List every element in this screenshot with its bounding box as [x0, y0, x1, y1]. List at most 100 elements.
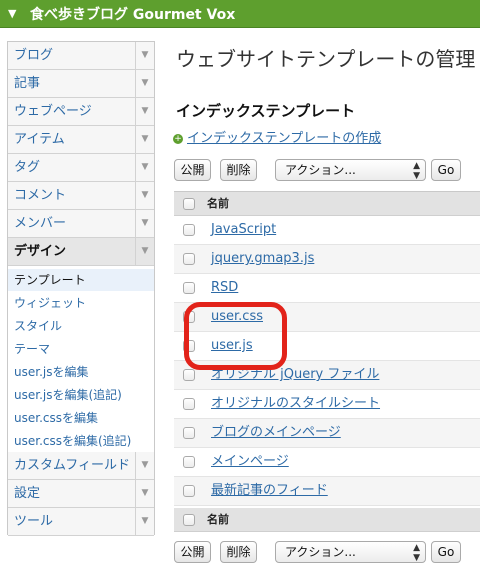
- chevron-down-icon[interactable]: ▼: [135, 154, 154, 181]
- delete-button[interactable]: 削除: [220, 541, 257, 563]
- template-link[interactable]: 最新記事のフィード: [211, 477, 328, 505]
- table-row: オリジナルのスタイルシート: [174, 390, 480, 419]
- sidebar-item-label: 記事: [14, 76, 41, 91]
- select-updown-icon: ▲ ▼: [413, 543, 420, 563]
- table-row: オリジナル jQuery ファイル: [174, 361, 480, 390]
- chevron-down-icon[interactable]: ▼: [135, 210, 154, 237]
- template-link[interactable]: メインページ: [211, 448, 289, 476]
- chevron-down-icon[interactable]: ▼: [135, 42, 154, 69]
- sidebar-item-label: アイテム: [14, 132, 65, 147]
- sidebar-item-label: ウェブページ: [14, 104, 92, 119]
- go-button[interactable]: Go: [431, 541, 461, 563]
- submenu-item-edit-user-css[interactable]: user.cssを編集: [8, 407, 154, 429]
- table-header: 名前: [174, 192, 480, 216]
- create-index-template-link[interactable]: + インデックステンプレートの作成: [173, 127, 381, 146]
- sidebar-item-settings[interactable]: 設定 ▼: [8, 480, 154, 508]
- select-updown-icon: ▲ ▼: [413, 161, 420, 181]
- action-select-value: アクション...: [285, 545, 356, 559]
- row-checkbox[interactable]: [183, 282, 195, 294]
- select-all-checkbox[interactable]: [183, 198, 195, 210]
- table-row: ブログのメインページ: [174, 419, 480, 448]
- section-title: インデックステンプレート: [176, 102, 356, 120]
- submenu-item-themes[interactable]: テーマ: [8, 338, 154, 360]
- sidebar-item-tools[interactable]: ツール ▼: [8, 508, 154, 536]
- top-bar: ▼ 食べ歩きブログ Gourmet Vox: [0, 0, 480, 28]
- table-row: user.css: [174, 303, 480, 332]
- table-footer: 名前: [174, 508, 480, 532]
- template-link[interactable]: JavaScript: [211, 216, 276, 244]
- create-link-label: インデックステンプレートの作成: [187, 131, 382, 146]
- sidebar-item-label: コメント: [14, 188, 67, 203]
- sidebar-item-entries[interactable]: 記事 ▼: [8, 70, 154, 98]
- delete-button[interactable]: 削除: [220, 159, 257, 181]
- template-link[interactable]: RSD: [211, 274, 238, 302]
- sidebar-nav: ブログ ▼ 記事 ▼ ウェブページ ▼ アイテム ▼ タグ ▼ コメント ▼ メンバー ▼ デ…: [7, 41, 155, 536]
- table-row: user.js: [174, 332, 480, 361]
- sidebar-item-label: 設定: [14, 486, 41, 501]
- chevron-down-icon[interactable]: ▼: [135, 126, 154, 153]
- table-row: メインページ: [174, 448, 480, 477]
- row-checkbox[interactable]: [183, 485, 195, 497]
- chevron-down-icon[interactable]: ▼: [135, 70, 154, 97]
- row-checkbox[interactable]: [183, 427, 195, 439]
- row-checkbox[interactable]: [183, 340, 195, 352]
- template-link[interactable]: user.js: [211, 332, 253, 360]
- plus-icon: +: [173, 134, 183, 144]
- template-link[interactable]: オリジナル jQuery ファイル: [211, 361, 379, 389]
- sidebar-item-members[interactable]: メンバー ▼: [8, 210, 154, 238]
- publish-button[interactable]: 公開: [174, 159, 211, 181]
- action-select[interactable]: アクション... ▲ ▼: [275, 541, 426, 563]
- action-select[interactable]: アクション... ▲ ▼: [275, 159, 426, 181]
- template-link[interactable]: ブログのメインページ: [211, 419, 341, 447]
- action-bar-top: 公開 削除 アクション... ▲ ▼ Go: [174, 159, 474, 181]
- sidebar-item-label: ツール: [14, 514, 54, 529]
- chevron-down-icon[interactable]: ▼: [135, 508, 154, 535]
- template-link[interactable]: user.css: [211, 303, 263, 331]
- sidebar-item-comments[interactable]: コメント ▼: [8, 182, 154, 210]
- chevron-down-icon[interactable]: ▼: [135, 238, 154, 265]
- action-bar-bottom: 公開 削除 アクション... ▲ ▼ Go: [174, 541, 474, 563]
- template-link[interactable]: jquery.gmap3.js: [211, 245, 314, 273]
- template-table: 名前 JavaScript jquery.gmap3.js RSD user.c…: [174, 191, 480, 533]
- sidebar-item-webpages[interactable]: ウェブページ ▼: [8, 98, 154, 126]
- site-name[interactable]: 食べ歩きブログ Gourmet Vox: [30, 4, 235, 24]
- row-checkbox[interactable]: [183, 456, 195, 468]
- sidebar-item-assets[interactable]: アイテム ▼: [8, 126, 154, 154]
- chevron-down-icon[interactable]: ▼: [135, 452, 154, 479]
- sidebar-item-label: カスタムフィールド: [14, 458, 130, 473]
- publish-button[interactable]: 公開: [174, 541, 211, 563]
- chevron-down-icon[interactable]: ▼: [135, 182, 154, 209]
- row-checkbox[interactable]: [183, 253, 195, 265]
- submenu-item-templates[interactable]: テンプレート: [8, 269, 154, 291]
- sidebar-item-label: ブログ: [14, 48, 54, 63]
- sidebar-item-blog[interactable]: ブログ ▼: [8, 42, 154, 70]
- chevron-down-icon[interactable]: ▼: [135, 98, 154, 125]
- row-checkbox[interactable]: [183, 311, 195, 323]
- submenu-item-edit-user-js[interactable]: user.jsを編集: [8, 361, 154, 383]
- submenu-item-edit-user-js-append[interactable]: user.jsを編集(追記): [8, 384, 154, 406]
- table-row: RSD: [174, 274, 480, 303]
- row-checkbox[interactable]: [183, 369, 195, 381]
- template-link[interactable]: オリジナルのスタイルシート: [211, 390, 380, 418]
- collapse-triangle-icon[interactable]: ▼: [8, 7, 22, 20]
- sidebar-item-custom-fields[interactable]: カスタムフィールド ▼: [8, 452, 154, 480]
- row-checkbox[interactable]: [183, 398, 195, 410]
- go-button[interactable]: Go: [431, 159, 461, 181]
- sidebar-item-tags[interactable]: タグ ▼: [8, 154, 154, 182]
- page-title: ウェブサイトテンプレートの管理: [176, 47, 476, 71]
- column-name-footer[interactable]: 名前: [207, 508, 229, 532]
- submenu-item-edit-user-css-append[interactable]: user.cssを編集(追記): [8, 430, 154, 452]
- sidebar-item-label: タグ: [14, 160, 41, 175]
- chevron-down-icon[interactable]: ▼: [135, 480, 154, 507]
- table-row: 最新記事のフィード: [174, 477, 480, 506]
- submenu-item-widgets[interactable]: ウィジェット: [8, 292, 154, 314]
- table-row: jquery.gmap3.js: [174, 245, 480, 274]
- submenu-item-styles[interactable]: スタイル: [8, 315, 154, 337]
- action-select-value: アクション...: [285, 163, 356, 177]
- sidebar-item-design[interactable]: デザイン ▼: [8, 238, 154, 266]
- row-checkbox[interactable]: [183, 224, 195, 236]
- sidebar-item-label: デザイン: [14, 244, 67, 259]
- column-name-header[interactable]: 名前: [207, 192, 229, 216]
- select-all-checkbox[interactable]: [183, 514, 195, 526]
- sidebar-item-label: メンバー: [14, 216, 67, 231]
